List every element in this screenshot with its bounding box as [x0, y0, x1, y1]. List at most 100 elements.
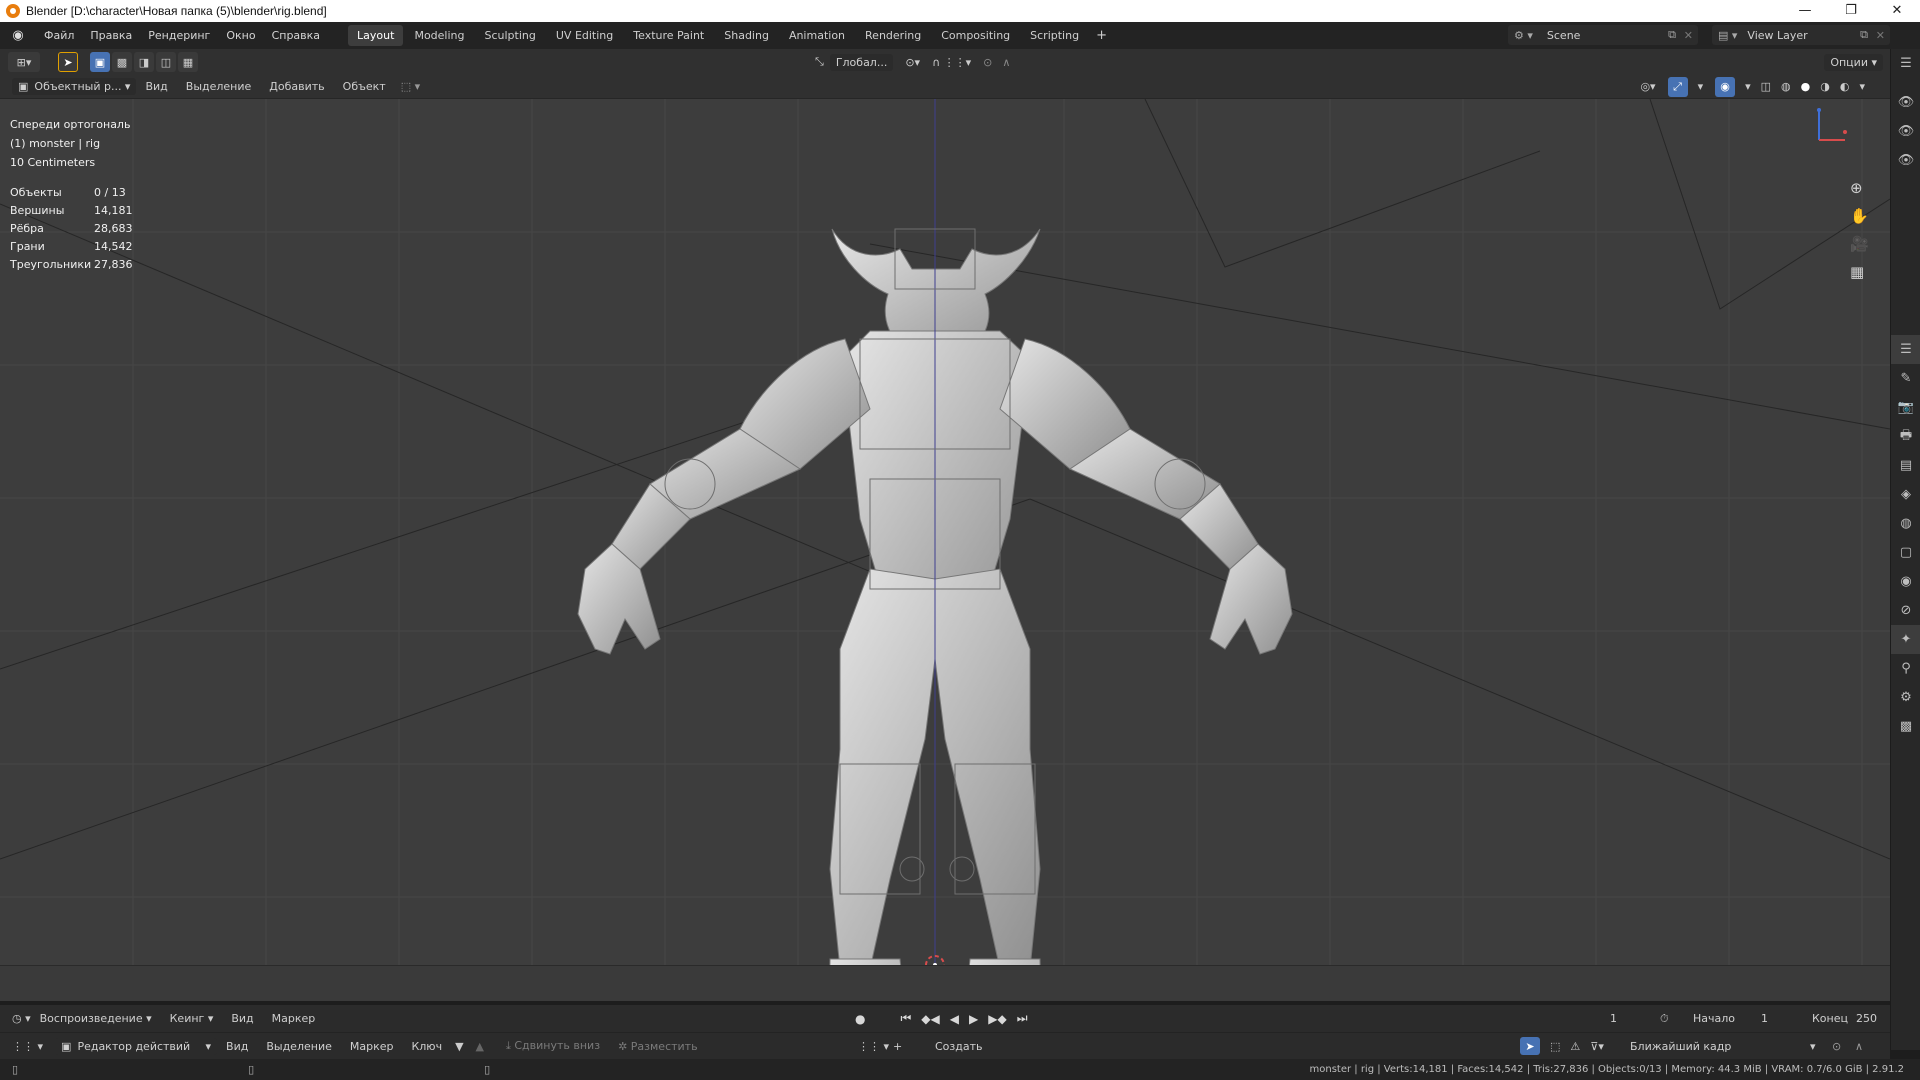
tab-compositing[interactable]: Compositing: [932, 25, 1019, 46]
next-keyframe-icon[interactable]: ▶◆: [988, 1012, 1006, 1026]
play-icon[interactable]: ▶: [969, 1012, 978, 1026]
object-properties-icon[interactable]: ▢: [1891, 538, 1920, 567]
close-button[interactable]: ✕: [1874, 0, 1920, 22]
action-up-icon[interactable]: ▲: [476, 1040, 484, 1053]
menu-file[interactable]: Файл: [36, 29, 82, 42]
snapping-dropdown[interactable]: Ближайший кадр: [1630, 1040, 1731, 1053]
blender-menu-icon[interactable]: ◉: [10, 28, 26, 44]
menu-window[interactable]: Окно: [218, 29, 263, 42]
solid-shading-icon[interactable]: ●: [1801, 80, 1811, 93]
proportional-falloff-icon[interactable]: ∧: [1002, 56, 1010, 69]
end-frame-field[interactable]: 250: [1856, 1012, 1877, 1025]
menu-edit[interactable]: Правка: [82, 29, 140, 42]
shading-options-icon[interactable]: ▾: [1859, 80, 1865, 93]
select-tool-icon[interactable]: ➤: [58, 52, 78, 72]
menu-marker[interactable]: Маркер: [341, 1040, 403, 1053]
pivot-point-icon[interactable]: ⊙▾: [905, 56, 920, 69]
stash-button[interactable]: ✲ Разместить: [618, 1040, 698, 1053]
timeline-editor-type-icon[interactable]: ◷ ▾: [12, 1012, 31, 1025]
maximize-button[interactable]: ❐: [1828, 0, 1874, 22]
timeline-area[interactable]: [0, 965, 1890, 1001]
output-properties-icon[interactable]: 🖶: [1891, 422, 1920, 451]
jump-end-icon[interactable]: ⏭: [1017, 1011, 1028, 1026]
select-box-extend-icon[interactable]: ▩: [112, 52, 132, 72]
tab-modeling[interactable]: Modeling: [405, 25, 473, 46]
tool-properties-icon[interactable]: ✎: [1891, 364, 1920, 393]
menu-marker[interactable]: Маркер: [263, 1012, 325, 1025]
camera-view-icon[interactable]: 🎥: [1850, 235, 1869, 253]
axis-gizmo[interactable]: [1805, 104, 1855, 154]
new-scene-icon[interactable]: ⧉: [1668, 28, 1676, 42]
tab-scripting[interactable]: Scripting: [1021, 25, 1088, 46]
menu-help[interactable]: Справка: [264, 29, 328, 42]
delete-scene-icon[interactable]: ✕: [1684, 29, 1693, 42]
gizmo-toggle-icon[interactable]: ⤢: [1667, 76, 1688, 97]
menu-key[interactable]: Ключ: [402, 1040, 451, 1053]
select-box-intersect-icon[interactable]: ▦: [178, 52, 198, 72]
menu-playback[interactable]: Воспроизведение ▾: [31, 1012, 161, 1025]
menu-view[interactable]: Вид: [222, 1012, 262, 1025]
tab-uv-editing[interactable]: UV Editing: [547, 25, 622, 46]
menu-select[interactable]: Выделение: [257, 1040, 341, 1053]
gizmo-dropdown-icon[interactable]: ▾: [1698, 80, 1704, 93]
play-reverse-icon[interactable]: ◀: [950, 1012, 959, 1026]
material-shading-icon[interactable]: ◑: [1820, 80, 1830, 93]
menu-add[interactable]: Добавить: [260, 80, 333, 93]
delete-view-layer-icon[interactable]: ✕: [1876, 29, 1885, 42]
menu-object[interactable]: Объект: [334, 80, 395, 93]
start-frame-field[interactable]: 1: [1761, 1012, 1768, 1025]
menu-view[interactable]: Вид: [136, 80, 176, 93]
render-properties-icon[interactable]: 📷: [1891, 393, 1920, 422]
bone-properties-icon[interactable]: ⚲: [1891, 654, 1920, 683]
properties-editor-icon[interactable]: ☰: [1891, 335, 1920, 364]
snapping-chevron-icon[interactable]: ▾: [1810, 1040, 1816, 1053]
new-action-button[interactable]: Создать: [935, 1040, 983, 1053]
new-view-layer-icon[interactable]: ⧉: [1860, 28, 1868, 42]
tab-rendering[interactable]: Rendering: [856, 25, 930, 46]
world-properties-icon[interactable]: ◍: [1891, 509, 1920, 538]
menu-render[interactable]: Рендеринг: [140, 29, 218, 42]
editor-type-button[interactable]: ⊞▾: [8, 52, 40, 72]
wireframe-shading-icon[interactable]: ◍: [1781, 80, 1791, 93]
tab-shading[interactable]: Shading: [715, 25, 778, 46]
armature-data-icon[interactable]: ✦: [1891, 625, 1920, 654]
dopesheet-editor-type-icon[interactable]: ⋮⋮ ▾: [12, 1040, 43, 1053]
push-down-button[interactable]: ⤓ Сдвинуть вниз: [506, 1039, 600, 1053]
minimize-button[interactable]: —: [1782, 0, 1828, 22]
action-dropdown-icon[interactable]: ▼: [455, 1040, 463, 1053]
3d-viewport[interactable]: Спереди ортогональ (1) monster | rig 10 …: [0, 99, 1890, 965]
dopesheet-mode-dropdown[interactable]: ▣ Редактор действий ▾: [55, 1037, 218, 1055]
tab-layout[interactable]: Layout: [348, 25, 404, 46]
ortho-grid-icon[interactable]: ▦: [1850, 263, 1869, 281]
scene-selector[interactable]: ⚙ ▾ Scene ⧉ ✕: [1508, 25, 1698, 45]
only-selected-filter-icon[interactable]: ➤: [1520, 1037, 1540, 1055]
overlays-dropdown-icon[interactable]: ▾: [1745, 80, 1751, 93]
proportional-icon[interactable]: ⊙: [1832, 1040, 1841, 1053]
tab-texture-paint[interactable]: Texture Paint: [624, 25, 713, 46]
transform-affect-icon[interactable]: ⬚ ▾: [401, 80, 420, 93]
jump-start-icon[interactable]: ⏮: [900, 1011, 911, 1026]
prev-keyframe-icon[interactable]: ◆◀: [921, 1012, 939, 1026]
texture-properties-icon[interactable]: ▩: [1891, 712, 1920, 741]
pan-hand-icon[interactable]: ✋: [1850, 207, 1869, 225]
zoom-icon[interactable]: ⊕: [1850, 179, 1869, 197]
overlays-toggle-icon[interactable]: ◉: [1715, 76, 1736, 97]
add-workspace-button[interactable]: +: [1090, 28, 1113, 43]
physics-properties-icon[interactable]: ◉: [1891, 567, 1920, 596]
show-hidden-icon[interactable]: ⬚: [1550, 1040, 1560, 1053]
xray-toggle-icon[interactable]: ◫: [1761, 80, 1771, 93]
falloff-icon[interactable]: ∧: [1855, 1040, 1863, 1053]
select-box-new-icon[interactable]: ▣: [90, 52, 110, 72]
eye-icon[interactable]: 👁: [1891, 117, 1920, 146]
constraints-properties-icon[interactable]: ⊘: [1891, 596, 1920, 625]
eye-icon[interactable]: 👁: [1891, 146, 1920, 175]
proportional-edit-icon[interactable]: ⊙: [983, 56, 992, 69]
action-browse-icon[interactable]: ⋮⋮ ▾: [858, 1040, 889, 1053]
menu-keying[interactable]: Кеинг ▾: [161, 1012, 223, 1025]
record-icon[interactable]: ●: [855, 1012, 865, 1026]
tab-sculpting[interactable]: Sculpting: [476, 25, 545, 46]
mode-dropdown[interactable]: ▣ Объектный р... ▾: [12, 78, 137, 95]
options-dropdown[interactable]: Опции ▾: [1824, 53, 1883, 71]
view-layer-selector[interactable]: ▤ ▾ View Layer ⧉ ✕: [1712, 25, 1890, 45]
select-box-subtract-icon[interactable]: ◨: [134, 52, 154, 72]
